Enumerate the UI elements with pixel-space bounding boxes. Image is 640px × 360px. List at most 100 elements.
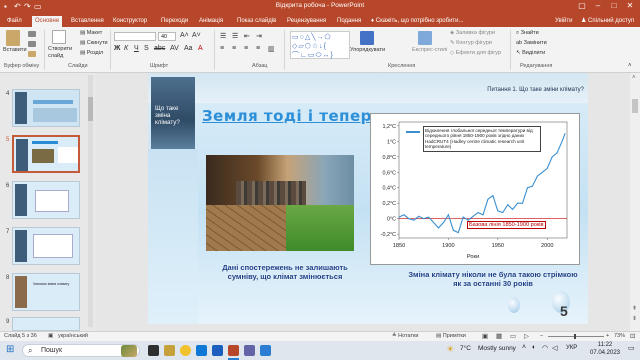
- paste-icon[interactable]: [6, 30, 20, 46]
- temperature-chart[interactable]: 1,2°C 1°C 0,8°C 0,6°C 0,4°C 0,2°C 0°C -0,2°C 185…: [370, 113, 580, 265]
- grow-font-icon[interactable]: A˄: [180, 32, 189, 39]
- tab-home[interactable]: Основне: [32, 16, 63, 27]
- earth-then-now-photo[interactable]: [206, 155, 354, 251]
- shrink-font-icon[interactable]: A˅: [192, 32, 201, 39]
- caption-observations[interactable]: Дані спостережень не залишають сумніву, …: [210, 263, 360, 281]
- thumbnail-slide-7[interactable]: [12, 227, 80, 265]
- edge-icon[interactable]: [196, 345, 207, 356]
- close-icon[interactable]: ✕: [622, 1, 638, 10]
- language-indicator[interactable]: УКР: [566, 345, 577, 351]
- new-slide-icon[interactable]: [52, 30, 66, 44]
- font-size-field[interactable]: 40: [158, 32, 176, 41]
- slideshow-view-icon[interactable]: ▷: [524, 332, 529, 340]
- scroll-up-icon[interactable]: ˄: [632, 75, 636, 81]
- caption-climate-change[interactable]: Зміна клімату ніколи не була такою стрім…: [404, 270, 582, 288]
- thumbnail-slide-8[interactable]: Чинники зміни клімату: [12, 273, 80, 311]
- numbering-icon[interactable]: ☰: [232, 32, 238, 40]
- slide[interactable]: Що таке зміна клімату? Питання 1. Що так…: [148, 73, 588, 324]
- shape-fill-button[interactable]: ◈ Заливка фігури: [450, 30, 495, 36]
- slide-title[interactable]: Земля тоді і тепер: [202, 107, 372, 125]
- volume-icon[interactable]: ◁: [552, 344, 557, 352]
- thumbnails-scrollbar[interactable]: [88, 75, 93, 327]
- justify-icon[interactable]: ≡: [256, 45, 260, 52]
- comments-button[interactable]: ▤ Примітки: [436, 333, 466, 339]
- zoom-in-icon[interactable]: +: [606, 333, 609, 339]
- scrollbar-thumb[interactable]: [632, 99, 638, 113]
- clock-date[interactable]: 07.04.2023: [586, 350, 624, 356]
- scrollbar-thumb[interactable]: [88, 97, 93, 121]
- sorter-view-icon[interactable]: ▦: [496, 332, 502, 340]
- font-name-field[interactable]: [114, 32, 156, 41]
- section-button[interactable]: ▤ Розділ: [80, 50, 103, 56]
- columns-icon[interactable]: ▥: [268, 45, 275, 53]
- shadow-icon[interactable]: S: [144, 45, 149, 52]
- thumbnail-slide-5[interactable]: [12, 135, 80, 173]
- italic-icon[interactable]: К: [124, 45, 128, 52]
- underline-icon[interactable]: Ч: [134, 45, 139, 52]
- bold-icon[interactable]: Ж: [114, 45, 120, 52]
- zoom-out-icon[interactable]: –: [540, 333, 543, 339]
- quick-styles-button[interactable]: Експрес-стилі: [412, 47, 447, 53]
- share-button[interactable]: ♟ Спільний доступ: [578, 16, 637, 27]
- tab-animations[interactable]: Анімація: [196, 16, 226, 27]
- spacing-icon[interactable]: AV: [170, 45, 179, 52]
- tray-chevron-icon[interactable]: ˄: [522, 344, 526, 351]
- powerpoint-icon[interactable]: [228, 345, 239, 356]
- tab-transitions[interactable]: Переходи: [158, 16, 191, 27]
- tab-slideshow[interactable]: Показ слайдів: [234, 16, 279, 27]
- thumbnail-slide-6[interactable]: [12, 181, 80, 219]
- paste-button[interactable]: Вставити: [3, 47, 27, 53]
- editor-scrollbar[interactable]: ˄ ⇞ ⇟: [630, 73, 640, 331]
- copy-icon[interactable]: [28, 41, 36, 47]
- tab-review[interactable]: Рецензування: [284, 16, 329, 27]
- find-button[interactable]: ⌕ Знайти: [516, 30, 539, 37]
- case-icon[interactable]: Aa: [184, 45, 193, 52]
- prev-slide-icon[interactable]: ⇞: [632, 305, 637, 312]
- task-view-icon[interactable]: [148, 345, 159, 356]
- select-button[interactable]: ↖ Виділити: [516, 50, 545, 56]
- align-right-icon[interactable]: ≡: [244, 45, 248, 52]
- ribbon-options-icon[interactable]: ▢: [574, 1, 590, 10]
- layout-button[interactable]: ▤ Макет: [80, 30, 102, 36]
- zoom-slider[interactable]: [548, 334, 604, 339]
- indent-icon[interactable]: ⇤: [244, 32, 250, 40]
- tab-design[interactable]: Конструктор: [110, 16, 150, 27]
- strikethrough-icon[interactable]: abc: [154, 45, 165, 52]
- maximize-icon[interactable]: □: [606, 1, 622, 10]
- align-left-icon[interactable]: ≡: [220, 45, 224, 52]
- quick-styles-icon[interactable]: [418, 31, 432, 45]
- chrome-icon[interactable]: [180, 345, 191, 356]
- fit-slide-icon[interactable]: ⊡: [630, 332, 635, 340]
- word-icon[interactable]: [212, 345, 223, 356]
- minimize-icon[interactable]: –: [590, 1, 606, 10]
- weather-sun-icon[interactable]: ☀: [446, 344, 454, 355]
- sign-in-link[interactable]: Увійти: [552, 16, 575, 27]
- spellcheck-icon[interactable]: ▣: [48, 333, 53, 339]
- zoom-slider-thumb[interactable]: [574, 334, 576, 339]
- weather-text[interactable]: Mostly sunny: [478, 345, 516, 352]
- shape-outline-button[interactable]: ✎ Контур фігури: [450, 40, 492, 46]
- format-painter-icon[interactable]: [28, 51, 36, 57]
- align-center-icon[interactable]: ≡: [232, 45, 236, 52]
- bullets-icon[interactable]: ☰: [220, 32, 226, 40]
- tell-me-input[interactable]: ♦ Скажіть, що потрібно зробити...: [368, 16, 467, 27]
- arrange-button[interactable]: Упорядкувати: [350, 47, 385, 53]
- file-explorer-icon[interactable]: [164, 345, 175, 356]
- normal-view-icon[interactable]: ▣: [482, 332, 488, 340]
- weather-temp[interactable]: 7°C: [460, 345, 471, 352]
- outdent-icon[interactable]: ⇥: [256, 32, 262, 40]
- teams-icon[interactable]: [244, 345, 255, 356]
- notes-button[interactable]: ≜ Нотатки: [392, 333, 418, 339]
- windows-start-icon[interactable]: ⊞: [6, 344, 14, 355]
- thumbnail-slide-4[interactable]: [12, 89, 80, 127]
- tray-app-icon[interactable]: ◐: [532, 344, 536, 351]
- clock-time[interactable]: 11:22: [588, 342, 622, 348]
- new-slide-button[interactable]: Створити слайд: [48, 46, 74, 60]
- collapse-ribbon-icon[interactable]: ˄: [628, 63, 632, 69]
- cut-icon[interactable]: [28, 31, 36, 37]
- replace-button[interactable]: ab Замінити: [516, 40, 547, 46]
- tab-view[interactable]: Подання: [334, 16, 364, 27]
- font-color-icon[interactable]: A: [198, 45, 203, 52]
- shapes-gallery[interactable]: ▭○△╲→⬠ ◇▱⬡☆↓{⌒∟▭⬭↔}: [290, 31, 350, 59]
- shape-effects-button[interactable]: ◇ Ефекти для фігур: [450, 50, 501, 56]
